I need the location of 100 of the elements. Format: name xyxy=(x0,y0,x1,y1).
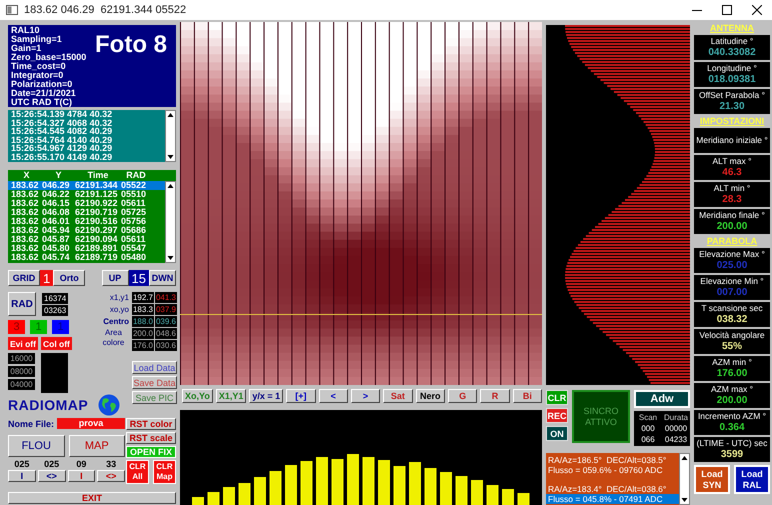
toolbar-button[interactable]: Bi xyxy=(512,389,542,403)
toolbar-button[interactable]: Nero xyxy=(416,389,445,403)
scale-value: 16000 xyxy=(8,353,35,364)
toolbar-button[interactable]: Sat xyxy=(383,389,413,403)
data-button[interactable]: Load Data xyxy=(132,361,177,374)
up-button[interactable]: UP xyxy=(102,270,129,286)
mode-button[interactable]: Adw xyxy=(634,390,690,408)
table-row[interactable]: 183.62 046.08 62190.719 05725 xyxy=(8,208,165,217)
log-row[interactable]: 15:26:54.764 4140 40.29 xyxy=(11,136,162,144)
field-label: Elevazione Max ° xyxy=(699,249,765,260)
setting-field[interactable]: Longitudine ° 018.09381 xyxy=(694,62,770,87)
table-row[interactable]: 183.62 045.80 62189.891 05547 xyxy=(8,244,165,253)
stepper-button[interactable]: <> xyxy=(97,470,125,482)
reset-button[interactable]: RST color xyxy=(126,418,176,430)
exit-button[interactable]: EXIT xyxy=(8,492,176,504)
setting-field[interactable]: Elevazione Min ° 007.00 xyxy=(694,275,770,300)
scale-value: 04000 xyxy=(8,379,35,390)
toolbar-button[interactable]: [+] xyxy=(286,389,316,403)
readout-line[interactable]: RA/Az=186.5° DEC/Alt=038.5° xyxy=(546,455,679,465)
grid-button[interactable]: GRID xyxy=(8,270,40,286)
section-title: IMPOSTAZIONI xyxy=(698,116,766,126)
load-button[interactable]: Load SYN xyxy=(694,465,730,494)
field-value: 038.32 xyxy=(716,314,748,326)
scroll-up-icon[interactable] xyxy=(166,182,175,190)
rad-button[interactable]: RAD xyxy=(8,292,36,316)
sync-button[interactable]: REC xyxy=(546,408,568,423)
bar xyxy=(518,492,530,505)
log-row[interactable]: 15:26:54.139 4784 40.32 xyxy=(11,110,162,118)
down-button[interactable]: DWN xyxy=(149,270,176,286)
table-row[interactable]: 183.62 046.29 62191.344 05522 xyxy=(8,181,165,190)
clear-button[interactable]: CLR Map xyxy=(153,460,176,484)
info-line: RAL10 xyxy=(11,26,41,35)
bar xyxy=(362,456,374,505)
toggle-button[interactable]: Evi off xyxy=(8,337,38,350)
scroll-up-icon[interactable] xyxy=(166,111,175,119)
log-row[interactable]: 15:26:54.545 4082 40.29 xyxy=(11,127,162,136)
info-line: Gain=1 xyxy=(11,44,42,53)
log-row[interactable]: 15:26:54.327 4068 40.32 xyxy=(11,118,162,127)
ortho-button[interactable]: Orto xyxy=(53,270,86,286)
setting-field[interactable]: ALT max ° 46.3 xyxy=(694,155,770,180)
toolbar-button[interactable]: G xyxy=(448,389,478,403)
clear-button[interactable]: CLR All xyxy=(126,460,149,484)
scroll-down-icon[interactable] xyxy=(166,254,175,262)
table-row[interactable]: 183.62 046.15 62190.922 05611 xyxy=(8,199,165,208)
mode-button[interactable]: FLOU xyxy=(8,435,64,457)
mode-button[interactable]: MAP xyxy=(68,435,125,457)
toolbar-button[interactable]: Xo,Yo xyxy=(182,389,213,403)
toolbar-button[interactable]: X1,Y1 xyxy=(216,389,246,403)
sync-button[interactable]: CLR xyxy=(546,390,568,405)
bar xyxy=(347,454,359,505)
toolbar-button[interactable]: R xyxy=(480,389,510,403)
data-button[interactable]: Save Data xyxy=(132,376,177,389)
toolbar-button[interactable]: < xyxy=(318,389,348,403)
table-row[interactable]: 183.62 045.94 62190.297 05686 xyxy=(8,226,165,235)
table-row[interactable]: 183.62 045.87 62190.094 05611 xyxy=(8,235,165,244)
field-value: 200.00 xyxy=(716,221,748,233)
bar xyxy=(192,496,204,505)
setting-field[interactable]: Meridiano finale ° 200.00 xyxy=(694,209,770,234)
readout-line[interactable]: Flusso = 059.6% - 09760 ADC xyxy=(546,465,679,475)
setting-field[interactable]: T scansione sec 038.32 xyxy=(694,302,770,327)
setting-field[interactable]: Incremento AZM ° 0.364 xyxy=(694,410,770,435)
load-button[interactable]: Load RAL xyxy=(734,465,770,494)
table-row[interactable]: 183.62 045.74 62189.719 05480 xyxy=(8,253,165,262)
setting-field[interactable]: Latitudine ° 040.33082 xyxy=(694,35,770,60)
scroll-down-icon[interactable] xyxy=(680,496,689,504)
scroll-up-icon[interactable] xyxy=(680,454,689,462)
section-title: PARABOLA xyxy=(706,236,758,246)
readout-line[interactable]: RA/Az=183.4° DEC/Alt=038.6° xyxy=(546,484,679,494)
setting-field[interactable]: (LTIME - UTC) sec 3599 xyxy=(694,437,770,462)
setting-field[interactable]: AZM max ° 200.00 xyxy=(694,383,770,408)
setting-field[interactable]: Meridiano iniziale ° xyxy=(694,128,770,153)
bar xyxy=(332,458,344,505)
column-header: Time xyxy=(86,170,110,181)
log-row[interactable]: 15:26:54.967 4129 40.29 xyxy=(11,144,162,152)
toggle-button[interactable]: Col off xyxy=(40,337,72,350)
table-row[interactable]: 183.62 046.22 62191.125 05510 xyxy=(8,190,165,199)
toolbar-button[interactable]: y/x = 1 xyxy=(249,389,284,403)
bar xyxy=(486,484,498,505)
table-row[interactable]: 183.62 046.01 62190.516 05756 xyxy=(8,217,165,226)
stepper-button[interactable]: I xyxy=(8,470,36,482)
scrollbar[interactable] xyxy=(165,181,176,263)
setting-field[interactable]: Velocità angolare 55% xyxy=(694,329,770,354)
coordinate-value: 188.0 xyxy=(132,316,154,327)
setting-field[interactable]: AZM min ° 176.00 xyxy=(694,356,770,381)
data-button[interactable]: Save PIC xyxy=(132,391,177,404)
scrollbar[interactable] xyxy=(165,110,176,162)
sync-button[interactable]: ON xyxy=(546,426,568,441)
setting-field[interactable]: OffSet Parabola ° 21.30 xyxy=(694,89,770,114)
step-value: 15 xyxy=(128,270,149,286)
log-row[interactable]: 15:26:55.170 4149 40.29 xyxy=(11,152,162,161)
scrollbar[interactable] xyxy=(679,453,690,505)
setting-field[interactable]: ALT min ° 28.3 xyxy=(694,182,770,207)
stepper-button[interactable]: <> xyxy=(38,470,66,482)
setting-field[interactable]: Elevazione Max ° 025.00 xyxy=(694,248,770,273)
rad-reading: 03263 xyxy=(42,304,68,316)
scroll-down-icon[interactable] xyxy=(166,153,175,161)
toolbar-button[interactable]: > xyxy=(350,389,380,403)
file-name-field[interactable]: prova xyxy=(57,418,125,429)
stepper-button[interactable]: I xyxy=(68,470,96,482)
reset-button[interactable]: RST scale xyxy=(126,432,176,444)
